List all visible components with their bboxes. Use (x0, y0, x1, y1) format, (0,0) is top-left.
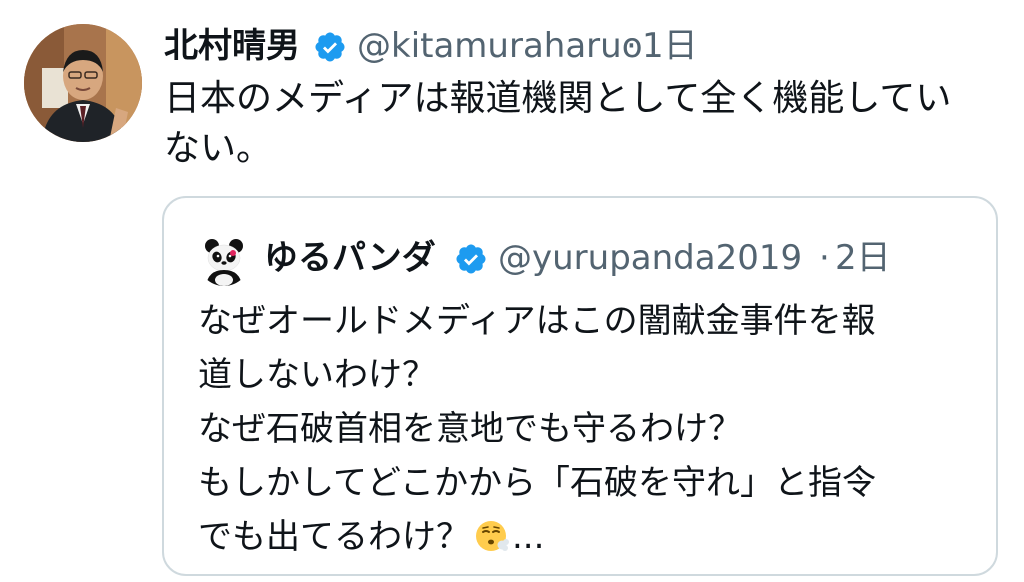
quoted-tweet-card[interactable]: ゆるパンダ @yurupanda2019 · 2日 なぜオールドメディアはこの闇… (162, 196, 998, 576)
quoted-author-avatar[interactable] (198, 234, 250, 286)
author-avatar[interactable] (24, 24, 142, 142)
verified-badge-icon (313, 30, 347, 64)
quoted-text-line: なぜ石破首相を意地でも守るわけ？ (198, 409, 742, 449)
quoted-text-line: 道しないわけ？ (198, 355, 436, 395)
author-handle[interactable]: @kitamuraharuo (357, 26, 643, 66)
tweet-text: 日本のメディアは報道機関として全く機能してい ない。 (164, 74, 984, 174)
quoted-author-display-name[interactable]: ゆるパンダ (264, 238, 436, 278)
tweet-text-line: ない。 (164, 128, 273, 169)
tweet-text-line: 日本のメディアは報道機関として全く機能してい (164, 78, 952, 119)
quoted-tweet-text: なぜオールドメディアはこの闇献金事件を報 道しないわけ？ なぜ石破首相を意地でも… (198, 294, 978, 564)
author-display-name[interactable]: 北村晴男 (164, 26, 300, 66)
separator-dot: · (819, 238, 830, 278)
tweet-timestamp[interactable]: 1日 (642, 26, 698, 66)
quoted-author-handle[interactable]: @yurupanda2019 (498, 238, 802, 278)
quoted-text-truncation: ... (512, 517, 545, 557)
quoted-tweet-timestamp[interactable]: 2日 (835, 238, 891, 278)
quoted-text-line: なぜオールドメディアはこの闇献金事件を報 (198, 301, 876, 341)
quoted-text-line: もしかしてどこかから「石破を守れ」と指令 (198, 463, 876, 503)
quoted-text-line-last: でも出てるわけ？ ... (198, 510, 978, 564)
verified-badge-icon (454, 242, 488, 276)
quoted-text-last-prefix: でも出てるわけ？ (198, 517, 470, 557)
author-avatar-photo (24, 24, 142, 142)
tweet[interactable]: 北村晴男 @kitamuraharuo · 1日 日本のメディアは報道機関として… (0, 0, 1024, 582)
separator-dot: · (626, 26, 637, 66)
face-exhaling-emoji (474, 518, 510, 554)
panda-avatar-image (198, 234, 250, 286)
tweet-header: 北村晴男 @kitamuraharuo · 1日 (164, 22, 1004, 70)
